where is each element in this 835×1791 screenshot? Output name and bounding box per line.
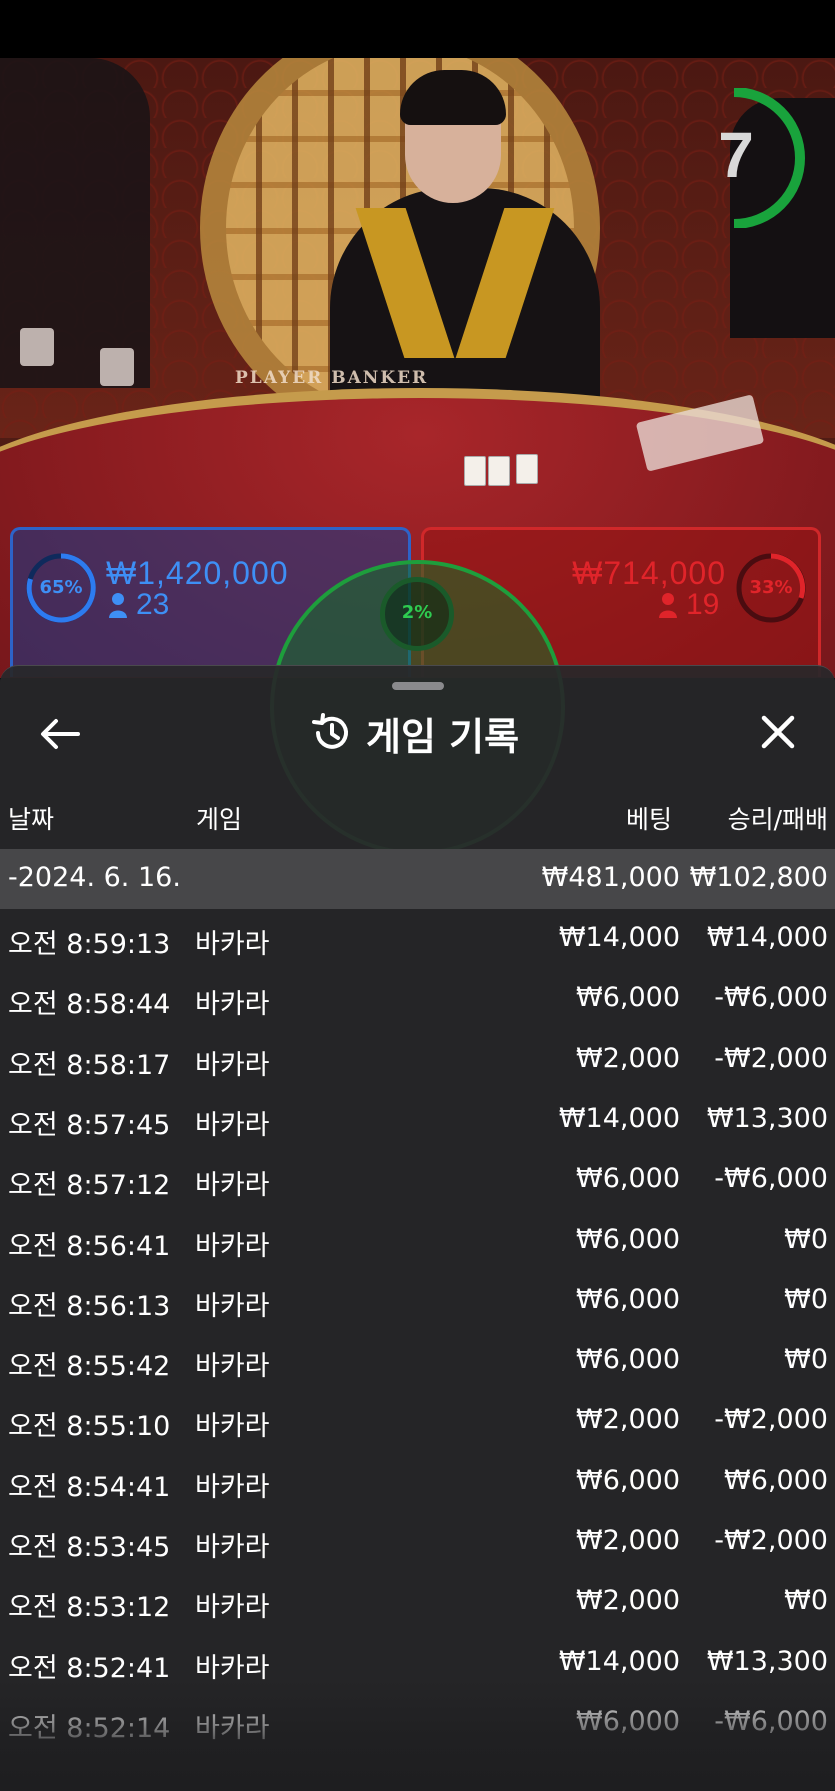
- column-header-bet[interactable]: 베팅: [560, 800, 672, 836]
- banker-total-bet: ₩714,000: [572, 555, 726, 591]
- history-row-bet: ₩2,000: [576, 1525, 680, 1556]
- history-row-time: 오전 8:59:13: [8, 929, 171, 960]
- history-row-result: ₩13,300: [706, 1646, 828, 1677]
- sheet-header: 게임 기록: [310, 708, 520, 759]
- tie-percent: 2%: [401, 602, 433, 623]
- column-header-result[interactable]: 승리/패배: [680, 800, 828, 836]
- card-tray: [100, 348, 134, 386]
- history-row-game: 바카라: [195, 1532, 270, 1563]
- sheet-title: 게임 기록: [366, 714, 520, 759]
- history-row-bet: ₩14,000: [558, 1646, 680, 1677]
- history-row-game: 바카라: [195, 1231, 270, 1262]
- person-icon: [659, 593, 677, 618]
- history-row-time: 오전 8:53:45: [8, 1532, 171, 1563]
- history-row-time: 오전 8:53:12: [8, 1592, 171, 1623]
- history-row-result: ₩0: [784, 1585, 828, 1616]
- date-group-result-total: ₩102,800: [689, 862, 828, 893]
- card-tray: [20, 328, 54, 366]
- status-bar: [0, 0, 835, 58]
- history-row-game: 바카라: [195, 1411, 270, 1442]
- list-fade-overlay: [0, 1680, 835, 1791]
- player-percent: 65%: [39, 577, 83, 598]
- history-row-time: 오전 8:56:13: [8, 1291, 171, 1322]
- player-count: 23: [136, 588, 170, 621]
- history-row-game: 바카라: [195, 1592, 270, 1623]
- history-row-result: -₩2,000: [714, 1404, 828, 1435]
- playing-card: [464, 456, 486, 486]
- history-icon: [312, 713, 348, 749]
- column-header-date[interactable]: 날짜: [8, 800, 54, 836]
- column-header-game[interactable]: 게임: [196, 800, 242, 836]
- history-row-bet: ₩14,000: [558, 1103, 680, 1134]
- playing-card: [516, 454, 538, 484]
- history-row-bet: ₩2,000: [576, 1585, 680, 1616]
- history-row-bet: ₩14,000: [558, 922, 680, 953]
- sheet-drag-handle[interactable]: [392, 682, 444, 690]
- history-row-time: 오전 8:55:42: [8, 1351, 171, 1382]
- history-row-bet: ₩6,000: [576, 1163, 680, 1194]
- date-group-bet-total: ₩481,000: [541, 862, 680, 893]
- playing-card: [488, 456, 510, 486]
- countdown-timer: 7: [718, 119, 754, 191]
- player-total-bet: ₩1,420,000: [106, 555, 289, 591]
- history-row-bet: ₩6,000: [576, 1284, 680, 1315]
- history-row-game: 바카라: [195, 989, 270, 1020]
- history-row-time: 오전 8:57:12: [8, 1170, 171, 1201]
- history-row-game: 바카라: [195, 1291, 270, 1322]
- close-icon[interactable]: [754, 708, 802, 756]
- history-row-bet: ₩6,000: [576, 1224, 680, 1255]
- history-row-time: 오전 8:57:45: [8, 1110, 171, 1141]
- history-row-time: 오전 8:54:41: [8, 1472, 171, 1503]
- history-row-result: ₩0: [784, 1284, 828, 1315]
- person-icon: [109, 593, 127, 618]
- history-row-result: -₩2,000: [714, 1043, 828, 1074]
- banker-percent: 33%: [749, 577, 793, 598]
- history-row-game: 바카라: [195, 929, 270, 960]
- history-row-result: -₩2,000: [714, 1525, 828, 1556]
- history-row-time: 오전 8:58:44: [8, 989, 171, 1020]
- history-row-game: 바카라: [195, 1050, 270, 1081]
- history-row-time: 오전 8:56:41: [8, 1231, 171, 1262]
- history-row-result: ₩0: [784, 1344, 828, 1375]
- history-row-game: 바카라: [195, 1170, 270, 1201]
- history-row-game: 바카라: [195, 1110, 270, 1141]
- history-row-result: ₩0: [784, 1224, 828, 1255]
- history-row-bet: ₩6,000: [576, 1465, 680, 1496]
- history-row-result: ₩13,300: [706, 1103, 828, 1134]
- history-row-bet: ₩6,000: [576, 1344, 680, 1375]
- history-row-bet: ₩6,000: [576, 982, 680, 1013]
- history-row-result: ₩14,000: [706, 922, 828, 953]
- history-row-result: -₩6,000: [714, 982, 828, 1013]
- date-group-date: -2024. 6. 16.: [8, 862, 181, 893]
- history-row-game: 바카라: [195, 1351, 270, 1382]
- history-row-bet: ₩2,000: [576, 1043, 680, 1074]
- history-row-result: ₩6,000: [724, 1465, 828, 1496]
- back-arrow-icon[interactable]: [38, 712, 82, 756]
- history-row-time: 오전 8:58:17: [8, 1050, 171, 1081]
- history-row-bet: ₩2,000: [576, 1404, 680, 1435]
- history-row-time: 오전 8:55:10: [8, 1411, 171, 1442]
- banker-count: 19: [686, 588, 720, 621]
- table-label: PLAYER BANKER: [235, 368, 429, 388]
- history-row-game: 바카라: [195, 1472, 270, 1503]
- history-row-result: -₩6,000: [714, 1163, 828, 1194]
